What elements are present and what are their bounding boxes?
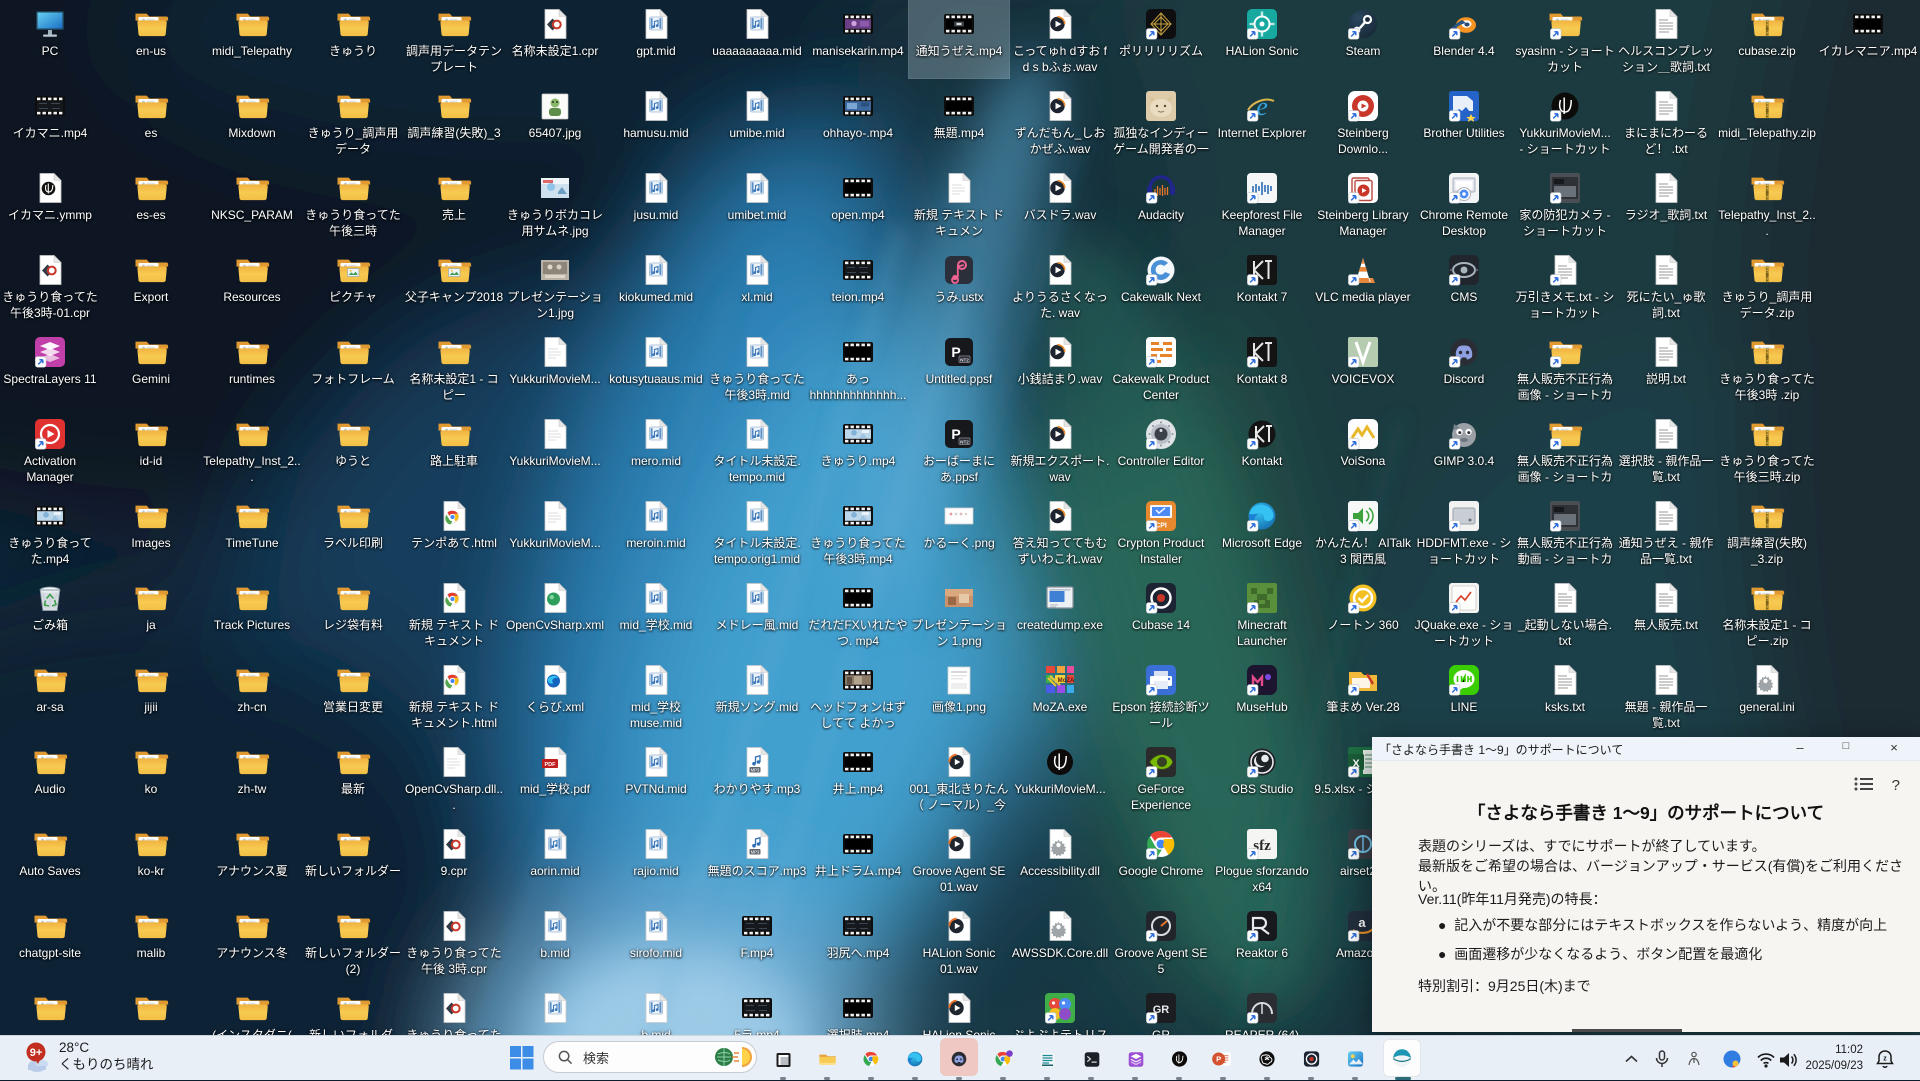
svg-text:z: z [1883,1056,1887,1063]
svg-text:PDF: PDF [545,762,557,768]
svg-text:NT2: NT2 [960,439,969,444]
svg-text:a: a [1358,915,1366,930]
svg-text:P: P [1216,1055,1221,1064]
svg-text:9+: 9+ [30,1047,43,1059]
svg-text:MP3: MP3 [751,849,760,854]
svg-text:MP3: MP3 [751,767,760,772]
svg-text:MoZA: MoZA [1058,678,1075,684]
svg-text:NT2: NT2 [960,357,969,362]
